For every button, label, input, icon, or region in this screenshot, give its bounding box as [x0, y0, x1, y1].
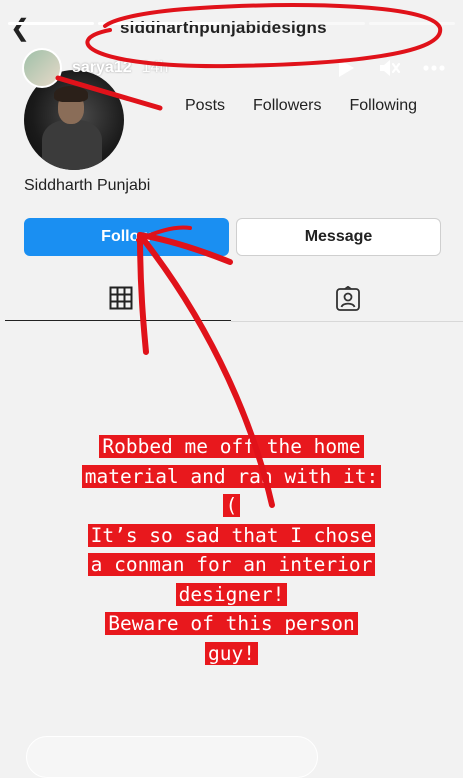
progress-segment — [98, 22, 185, 25]
grid-icon[interactable] — [109, 286, 133, 315]
profile-stats: Posts Followers Following — [185, 97, 417, 115]
play-icon[interactable] — [335, 57, 357, 79]
caption-line: material and ran with it: — [81, 464, 382, 488]
tab-divider — [231, 321, 463, 322]
story-caption: Robbed me off the home material and ran … — [0, 432, 463, 668]
stat-following[interactable]: Following — [349, 97, 417, 115]
stat-posts[interactable]: Posts — [185, 97, 225, 115]
active-tab-indicator — [5, 320, 231, 321]
profile-username: siddharthpunjabidesigns — [120, 18, 327, 37]
progress-segment — [278, 22, 365, 25]
story-header: sarya12 14h — [22, 48, 445, 88]
mute-icon[interactable] — [379, 57, 401, 79]
back-arrow-icon[interactable]: ❮ — [10, 14, 30, 43]
profile-tabs — [5, 280, 463, 322]
caption-line: Beware of this person — [105, 612, 358, 635]
story-progress — [8, 22, 456, 25]
story-avatar[interactable] — [22, 48, 62, 88]
caption-line: It’s so sad that I chose — [87, 523, 376, 547]
caption-line: designer! — [175, 582, 288, 606]
caption-line: guy! — [205, 641, 258, 665]
profile-display-name: Siddharth Punjabi — [24, 177, 151, 194]
progress-segment — [8, 22, 95, 25]
caption-line: Robbed me off the home — [99, 435, 364, 458]
reply-input[interactable] — [26, 736, 318, 778]
progress-segment — [368, 22, 456, 25]
stat-followers[interactable]: Followers — [253, 97, 321, 115]
message-button[interactable]: Message — [236, 218, 441, 256]
caption-line: a conman for an interior — [87, 553, 376, 576]
tagged-icon[interactable] — [335, 285, 361, 317]
story-timestamp: 14h — [141, 59, 169, 76]
story-controls — [335, 57, 445, 79]
more-icon[interactable] — [423, 57, 445, 79]
caption-line: ( — [222, 494, 241, 517]
follow-button[interactable]: Follow — [24, 218, 229, 256]
progress-segment — [188, 22, 275, 25]
story-username[interactable]: sarya12 — [72, 59, 132, 77]
